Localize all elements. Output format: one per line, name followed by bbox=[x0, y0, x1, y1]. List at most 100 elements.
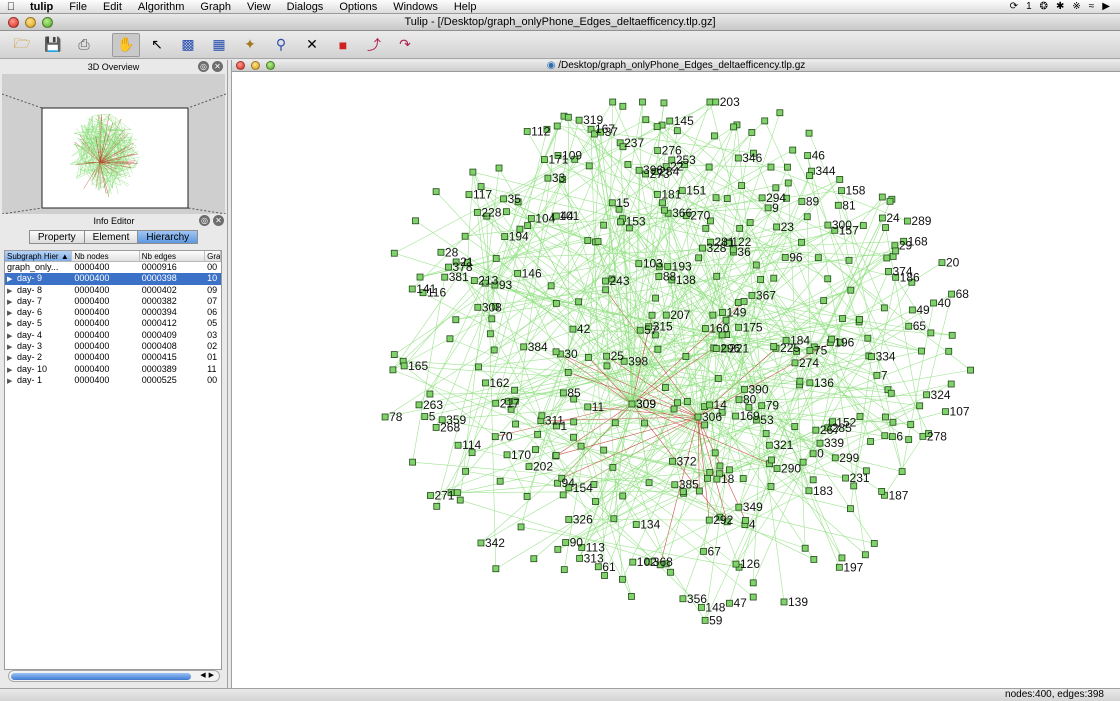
graph-node[interactable] bbox=[748, 291, 756, 299]
table-row[interactable]: ▶ day- 8 0000400 0000402 09 bbox=[5, 285, 221, 296]
graph-node[interactable] bbox=[706, 98, 714, 106]
expand-triangle-icon[interactable]: ▶ bbox=[7, 365, 17, 375]
graph-node[interactable] bbox=[575, 298, 583, 306]
graph-node[interactable] bbox=[501, 233, 509, 240]
graph-node[interactable] bbox=[653, 123, 661, 131]
graph-node[interactable] bbox=[816, 439, 824, 447]
graph-node[interactable] bbox=[390, 351, 398, 358]
graph-node[interactable] bbox=[584, 403, 592, 411]
graph-node[interactable] bbox=[803, 213, 811, 221]
menu-app[interactable]: tulip bbox=[22, 0, 61, 14]
graph-node[interactable] bbox=[861, 551, 869, 559]
graph-node[interactable] bbox=[834, 201, 842, 209]
graph-node[interactable] bbox=[559, 389, 567, 397]
paw-icon[interactable]: ❂ bbox=[1040, 1, 1048, 12]
graph-node[interactable] bbox=[492, 565, 500, 573]
graph-node[interactable] bbox=[496, 477, 504, 485]
graph-node[interactable] bbox=[552, 299, 560, 307]
graph-node[interactable] bbox=[883, 254, 891, 262]
graph-node[interactable] bbox=[559, 491, 567, 499]
graph-node[interactable] bbox=[812, 426, 820, 434]
graph-node[interactable] bbox=[889, 418, 897, 426]
graph-node[interactable] bbox=[868, 353, 875, 361]
graph-node[interactable] bbox=[570, 433, 577, 441]
graph-node[interactable] bbox=[569, 325, 577, 333]
scroll-arrows-icon[interactable]: ◀▶ bbox=[200, 671, 217, 681]
graph-node[interactable] bbox=[486, 330, 494, 338]
graph-node[interactable] bbox=[673, 127, 681, 135]
graph-node[interactable] bbox=[616, 218, 624, 226]
graph-node[interactable] bbox=[610, 515, 618, 523]
graph-node[interactable] bbox=[453, 489, 461, 497]
graph-node[interactable] bbox=[416, 273, 424, 281]
graph-node[interactable] bbox=[699, 244, 706, 252]
graph-node[interactable] bbox=[653, 191, 661, 198]
menu-file[interactable]: File bbox=[61, 0, 95, 14]
graph-node[interactable] bbox=[511, 386, 519, 394]
graph-node[interactable] bbox=[735, 503, 743, 511]
graph-node[interactable] bbox=[523, 493, 531, 500]
menu-help[interactable]: Help bbox=[446, 0, 485, 14]
graph-node[interactable] bbox=[739, 475, 747, 482]
graph-node[interactable] bbox=[629, 558, 637, 566]
graph-node[interactable] bbox=[919, 432, 927, 440]
graph-node[interactable] bbox=[809, 450, 817, 458]
info-editor-close-icon[interactable]: ✕ bbox=[213, 215, 224, 226]
graph-node[interactable] bbox=[576, 554, 584, 562]
graph-node[interactable] bbox=[565, 516, 573, 523]
graph-node[interactable] bbox=[748, 129, 756, 136]
graph-node[interactable] bbox=[856, 316, 863, 323]
graph-node[interactable] bbox=[603, 362, 611, 370]
table-row[interactable]: ▶ day- 4 0000400 0000409 03 bbox=[5, 330, 221, 341]
hand-navigate-icon[interactable]: ✋ bbox=[112, 32, 140, 57]
graph-node[interactable] bbox=[701, 616, 709, 624]
graph-node[interactable] bbox=[661, 206, 668, 214]
graph-node[interactable] bbox=[694, 413, 702, 421]
delete-cross-icon[interactable]: ✕ bbox=[298, 33, 326, 57]
expand-triangle-icon[interactable]: ▶ bbox=[7, 353, 17, 363]
graph-node[interactable] bbox=[761, 117, 769, 125]
graph-node[interactable] bbox=[798, 238, 805, 246]
table-row[interactable]: graph_only... 0000400 0000916 00 bbox=[5, 262, 221, 273]
graph-node[interactable] bbox=[679, 595, 687, 603]
tab-property[interactable]: Property bbox=[28, 230, 85, 244]
info-editor-float-icon[interactable]: ◎ bbox=[199, 215, 210, 226]
graph-node[interactable] bbox=[639, 98, 646, 106]
graph-node[interactable] bbox=[654, 147, 662, 154]
graph-node[interactable] bbox=[798, 198, 806, 205]
expand-triangle-icon[interactable]: ▶ bbox=[7, 342, 17, 352]
graph-node[interactable] bbox=[824, 221, 832, 229]
graph-node[interactable] bbox=[757, 276, 764, 283]
graph-node[interactable] bbox=[735, 396, 743, 404]
graph-node[interactable] bbox=[389, 366, 397, 374]
graph-node[interactable] bbox=[764, 204, 772, 212]
graph-node[interactable] bbox=[488, 315, 496, 323]
graph-node[interactable] bbox=[553, 122, 561, 130]
graph-node[interactable] bbox=[907, 421, 915, 429]
expand-triangle-icon[interactable]: ▶ bbox=[7, 297, 17, 307]
graph-node[interactable] bbox=[547, 282, 555, 290]
graph-node[interactable] bbox=[706, 401, 713, 409]
graph-node[interactable] bbox=[735, 323, 742, 331]
graph-node[interactable] bbox=[390, 249, 398, 257]
graph-node[interactable] bbox=[719, 309, 726, 316]
graph-node[interactable] bbox=[662, 311, 670, 319]
zoom-graph-view-button[interactable] bbox=[266, 61, 275, 70]
graph-node[interactable] bbox=[762, 430, 770, 437]
graph-node[interactable] bbox=[700, 547, 707, 555]
graph-node[interactable] bbox=[609, 98, 617, 106]
graph-node[interactable] bbox=[562, 539, 570, 546]
graph-node[interactable] bbox=[882, 413, 889, 421]
graph-node[interactable] bbox=[482, 379, 489, 387]
graph-node[interactable] bbox=[730, 123, 737, 131]
graph-node[interactable] bbox=[475, 363, 482, 371]
graph-node[interactable] bbox=[758, 402, 766, 410]
graph-node[interactable] bbox=[552, 348, 560, 356]
graph-node[interactable] bbox=[523, 128, 531, 135]
graph-node[interactable] bbox=[712, 98, 720, 106]
horizontal-scrollbar[interactable]: ◀▶ bbox=[8, 670, 220, 682]
graph-node[interactable] bbox=[791, 359, 799, 367]
graph-node[interactable] bbox=[888, 433, 896, 440]
graph-node[interactable] bbox=[667, 568, 674, 576]
graph-node[interactable] bbox=[776, 109, 784, 117]
